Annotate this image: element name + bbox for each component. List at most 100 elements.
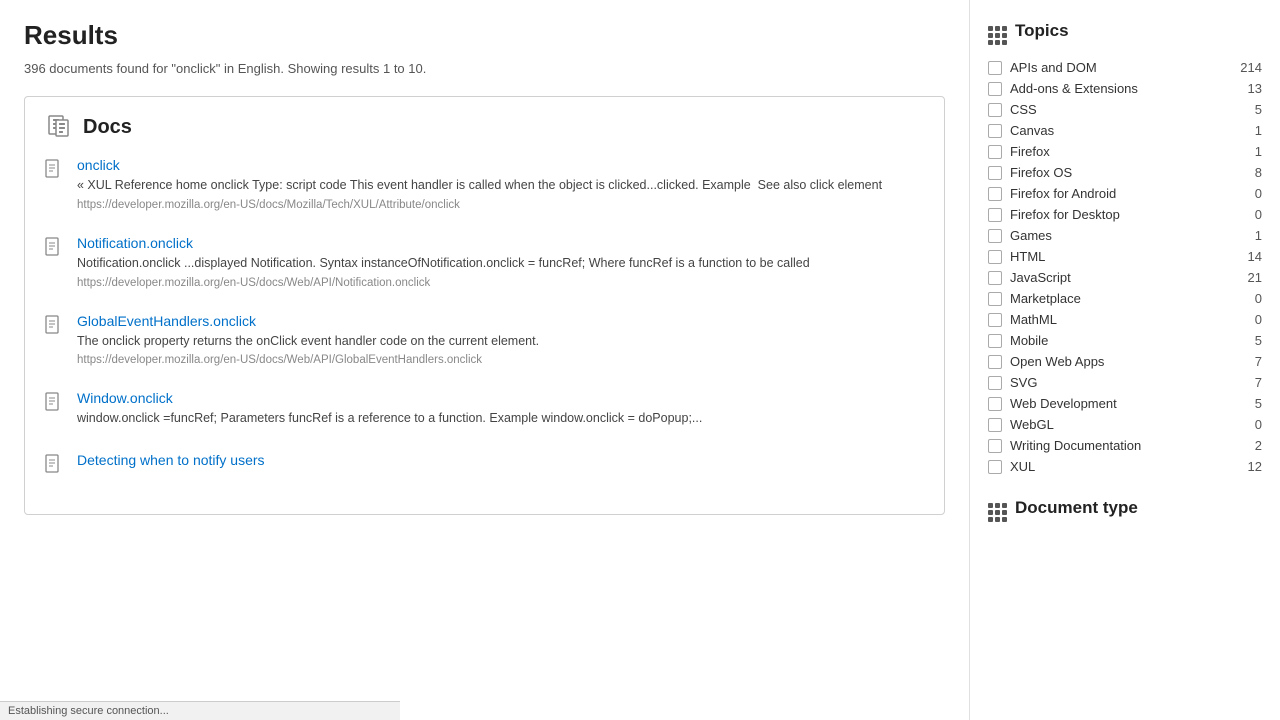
topic-checkbox[interactable] (988, 460, 1002, 474)
topic-checkbox[interactable] (988, 250, 1002, 264)
topic-label: Firefox for Desktop (1010, 207, 1242, 222)
doc-item-content: Window.onclick window.onclick =funcRef; … (77, 390, 924, 428)
topic-item[interactable]: WebGL 0 (988, 414, 1262, 435)
topics-list: APIs and DOM 214 Add-ons & Extensions 13… (988, 57, 1262, 477)
topic-checkbox[interactable] (988, 166, 1002, 180)
topic-count: 7 (1242, 354, 1262, 369)
topic-checkbox[interactable] (988, 271, 1002, 285)
doc-title[interactable]: Detecting when to notify users (77, 452, 265, 468)
topic-checkbox[interactable] (988, 439, 1002, 453)
topic-label: Mobile (1010, 333, 1242, 348)
topic-label: SVG (1010, 375, 1242, 390)
topic-item[interactable]: APIs and DOM 214 (988, 57, 1262, 78)
topic-count: 1 (1242, 123, 1262, 138)
topic-count: 12 (1242, 459, 1262, 474)
doc-item-icon (45, 159, 65, 179)
topic-item[interactable]: Mobile 5 (988, 330, 1262, 351)
topic-item[interactable]: Open Web Apps 7 (988, 351, 1262, 372)
doc-title[interactable]: onclick (77, 157, 120, 173)
topic-item[interactable]: Firefox OS 8 (988, 162, 1262, 183)
topic-label: Games (1010, 228, 1242, 243)
topic-item[interactable]: JavaScript 21 (988, 267, 1262, 288)
topic-checkbox[interactable] (988, 397, 1002, 411)
topic-count: 5 (1242, 396, 1262, 411)
topic-item[interactable]: HTML 14 (988, 246, 1262, 267)
topic-count: 0 (1242, 291, 1262, 306)
doc-title[interactable]: Notification.onclick (77, 235, 193, 251)
topic-label: Canvas (1010, 123, 1242, 138)
topic-item[interactable]: XUL 12 (988, 456, 1262, 477)
topic-count: 2 (1242, 438, 1262, 453)
doc-item-icon (45, 454, 65, 474)
doc-item-icon (45, 315, 65, 335)
topic-count: 1 (1242, 228, 1262, 243)
topic-label: APIs and DOM (1010, 60, 1240, 75)
topic-label: WebGL (1010, 417, 1242, 432)
topic-label: XUL (1010, 459, 1242, 474)
doc-url: https://developer.mozilla.org/en-US/docs… (77, 199, 924, 211)
doc-item: Detecting when to notify users (45, 452, 924, 474)
topic-count: 14 (1242, 249, 1262, 264)
topic-item[interactable]: SVG 7 (988, 372, 1262, 393)
topic-count: 8 (1242, 165, 1262, 180)
topic-item[interactable]: Firefox for Desktop 0 (988, 204, 1262, 225)
topic-item[interactable]: Add-ons & Extensions 13 (988, 78, 1262, 99)
topic-label: HTML (1010, 249, 1242, 264)
topic-count: 0 (1242, 207, 1262, 222)
doc-item-icon (45, 392, 65, 412)
topic-checkbox[interactable] (988, 292, 1002, 306)
topic-item[interactable]: Firefox for Android 0 (988, 183, 1262, 204)
doc-item-content: Notification.onclick Notification.onclic… (77, 235, 924, 289)
doc-title[interactable]: GlobalEventHandlers.onclick (77, 313, 256, 329)
topic-item[interactable]: Marketplace 0 (988, 288, 1262, 309)
topic-checkbox[interactable] (988, 355, 1002, 369)
topic-count: 13 (1242, 81, 1262, 96)
doc-item-content: onclick « XUL Reference home onclick Typ… (77, 157, 924, 211)
topic-checkbox[interactable] (988, 61, 1002, 75)
doc-item-content: Detecting when to notify users (77, 452, 924, 468)
doc-item-icon (45, 237, 65, 257)
grid-icon-2 (988, 493, 1007, 522)
topic-count: 0 (1242, 312, 1262, 327)
topic-label: Writing Documentation (1010, 438, 1242, 453)
docs-section-label: Docs (83, 116, 132, 139)
doc-excerpt: The onclick property returns the onClick… (77, 332, 924, 351)
topic-item[interactable]: Writing Documentation 2 (988, 435, 1262, 456)
results-summary: 396 documents found for "onclick" in Eng… (24, 61, 945, 76)
grid-icon (988, 16, 1007, 45)
topic-item[interactable]: CSS 5 (988, 99, 1262, 120)
topic-checkbox[interactable] (988, 334, 1002, 348)
topic-label: MathML (1010, 312, 1242, 327)
topic-checkbox[interactable] (988, 103, 1002, 117)
topic-checkbox[interactable] (988, 376, 1002, 390)
topic-checkbox[interactable] (988, 124, 1002, 138)
topics-heading: Topics (1015, 21, 1069, 41)
topic-label: Marketplace (1010, 291, 1242, 306)
topic-checkbox[interactable] (988, 145, 1002, 159)
topic-checkbox[interactable] (988, 208, 1002, 222)
topic-checkbox[interactable] (988, 82, 1002, 96)
doc-item: Window.onclick window.onclick =funcRef; … (45, 390, 924, 428)
topic-label: JavaScript (1010, 270, 1242, 285)
topic-checkbox[interactable] (988, 313, 1002, 327)
topic-label: Web Development (1010, 396, 1242, 411)
doc-url: https://developer.mozilla.org/en-US/docs… (77, 354, 924, 366)
topic-count: 5 (1242, 333, 1262, 348)
doc-url: https://developer.mozilla.org/en-US/docs… (77, 277, 924, 289)
topic-label: Firefox OS (1010, 165, 1242, 180)
doc-excerpt: window.onclick =funcRef; Parameters func… (77, 409, 924, 428)
topic-checkbox[interactable] (988, 418, 1002, 432)
topic-checkbox[interactable] (988, 229, 1002, 243)
results-heading: Results (24, 20, 945, 51)
topics-section-header: Topics (988, 16, 1262, 45)
doc-title[interactable]: Window.onclick (77, 390, 173, 406)
sidebar: Topics APIs and DOM 214 Add-ons & Extens… (970, 0, 1280, 720)
doc-items-list: onclick « XUL Reference home onclick Typ… (45, 157, 924, 474)
topic-item[interactable]: MathML 0 (988, 309, 1262, 330)
topic-item[interactable]: Canvas 1 (988, 120, 1262, 141)
doc-item: onclick « XUL Reference home onclick Typ… (45, 157, 924, 211)
topic-checkbox[interactable] (988, 187, 1002, 201)
topic-item[interactable]: Firefox 1 (988, 141, 1262, 162)
topic-item[interactable]: Games 1 (988, 225, 1262, 246)
topic-item[interactable]: Web Development 5 (988, 393, 1262, 414)
